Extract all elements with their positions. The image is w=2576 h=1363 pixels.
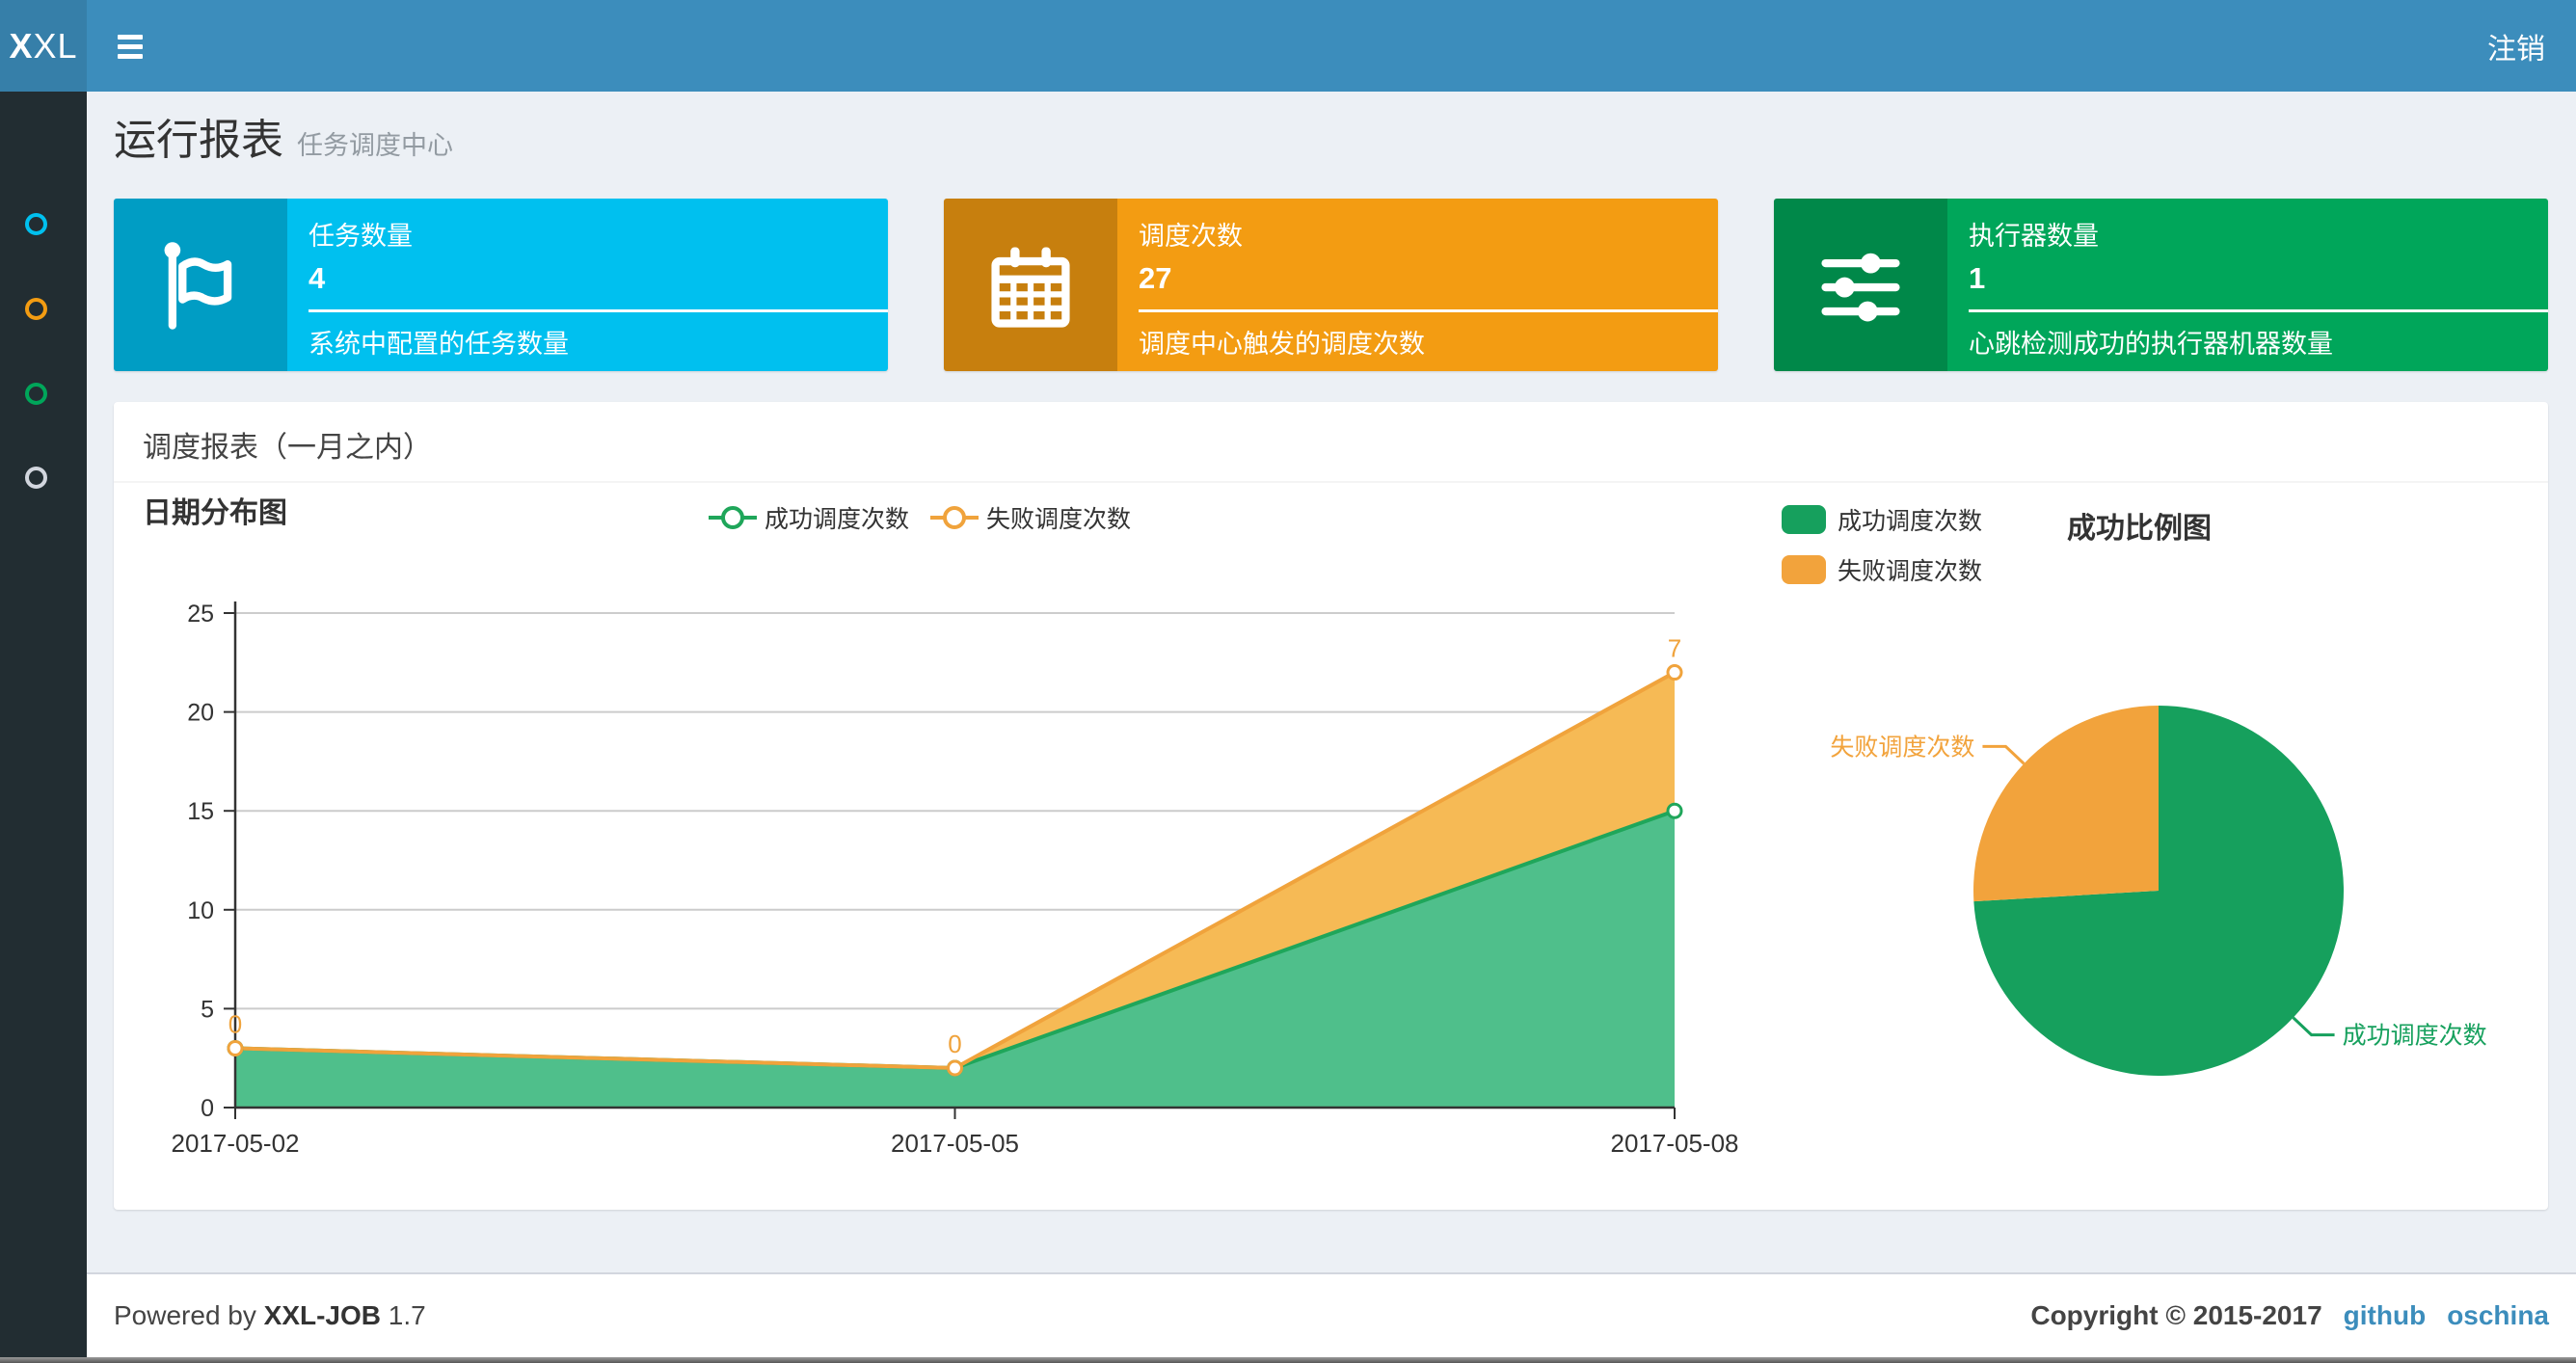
stat-description: 心跳检测成功的执行器机器数量 (1969, 330, 2333, 359)
svg-text:5: 5 (201, 996, 214, 1023)
svg-text:0: 0 (948, 1029, 961, 1058)
stat-title: 调度次数 (1139, 222, 1243, 251)
collapsed-sidebar (0, 92, 87, 1363)
sidebar-item-1 circle-outline-icon[interactable] (25, 213, 47, 235)
app-logo-rest: XL (33, 25, 78, 66)
calendar-icon (944, 199, 1117, 371)
stat-box-executors: 执行器数量 1 心跳检测成功的执行器机器数量 (1774, 199, 2548, 371)
copyright-text: Copyright © 2015-2017 (2030, 1300, 2322, 1330)
page-title: 运行报表 (114, 117, 283, 164)
page-header: 运行报表 任务调度中心 (114, 105, 453, 167)
svg-text:0: 0 (228, 1009, 242, 1038)
page-subtitle: 任务调度中心 (297, 131, 453, 160)
svg-text:15: 15 (187, 798, 214, 825)
stat-title: 执行器数量 (1969, 222, 2099, 251)
page-footer: Powered by XXL-JOB 1.7 Copyright © 2015-… (87, 1272, 2576, 1357)
powered-prefix: Powered by (114, 1300, 256, 1330)
stat-description: 调度中心触发的调度次数 (1139, 330, 1425, 359)
report-panel: 调度报表（一月之内） 日期分布图 成功调度次数 失败调度次数 0 5 10 15… (114, 402, 2548, 1210)
footer-right: Copyright © 2015-2017 github oschina (2030, 1300, 2549, 1331)
date-distribution-chart: 05101520252017-05-02 2017-05-05 2017-05-08… (172, 601, 1739, 1158)
svg-text:2017-05-08: 2017-05-08 (1611, 1129, 1739, 1158)
success-ratio-pie-chart: 失败调度次数成功调度次数 (1830, 706, 2487, 1076)
svg-text:20: 20 (187, 700, 214, 727)
app-name: XXL-JOB (263, 1300, 382, 1330)
svg-text:成功调度次数: 成功调度次数 (2343, 1023, 2487, 1050)
github-link[interactable]: github (2344, 1300, 2427, 1331)
logout-link[interactable]: 注销 (2482, 0, 2551, 92)
stat-value: 4 (309, 261, 326, 295)
stat-divider (309, 309, 888, 312)
panel-title: 调度报表（一月之内） (114, 402, 2548, 483)
sidebar-item-4 circle-outline-icon[interactable] (25, 467, 47, 489)
svg-text:10: 10 (187, 897, 214, 924)
hamburger-icon (118, 34, 143, 40)
oschina-link[interactable]: oschina (2447, 1300, 2549, 1331)
svg-text:0: 0 (201, 1095, 214, 1122)
stat-box-triggers: 调度次数 27 调度中心触发的调度次数 (944, 199, 1718, 371)
stat-divider (1139, 309, 1718, 312)
svg-text:失败调度次数: 失败调度次数 (1830, 734, 1974, 761)
powered-by: Powered by XXL-JOB 1.7 (114, 1300, 426, 1331)
app-logo[interactable]: X XL (0, 0, 87, 92)
flag-icon (114, 199, 287, 371)
xxl-job-dashboard: X XL 注销 运行报表 任务调度中心 任务数量 4 系统中配置的任务数量 调度… (0, 0, 2576, 1363)
svg-text:7: 7 (1668, 634, 1681, 663)
svg-text:2017-05-05: 2017-05-05 (891, 1129, 1019, 1158)
window-bottom-edge (0, 1357, 2576, 1363)
stat-divider (1969, 309, 2548, 312)
stat-box-body: 调度次数 27 调度中心触发的调度次数 (1117, 199, 1718, 371)
stat-boxes: 任务数量 4 系统中配置的任务数量 调度次数 27 调度中心触发的调度次数 执行… (114, 199, 2548, 371)
hamburger-icon (118, 53, 143, 59)
hamburger-icon (118, 43, 143, 49)
stat-title: 任务数量 (309, 222, 413, 251)
app-logo-bold: X (9, 25, 34, 66)
stat-description: 系统中配置的任务数量 (309, 330, 569, 359)
app-version: 1.7 (388, 1300, 426, 1330)
sidebar-toggle-button[interactable] (104, 21, 158, 71)
charts-region: 日期分布图 成功调度次数 失败调度次数 0 5 10 15 20 25 2017… (114, 483, 2548, 1210)
stat-box-jobs: 任务数量 4 系统中配置的任务数量 (114, 199, 888, 371)
stat-box-body: 任务数量 4 系统中配置的任务数量 (287, 199, 888, 371)
top-navbar: X XL 注销 (0, 0, 2576, 92)
sliders-icon (1774, 199, 1947, 371)
svg-text:25: 25 (187, 601, 214, 628)
content-area: 运行报表 任务调度中心 任务数量 4 系统中配置的任务数量 调度次数 27 调度… (87, 92, 2576, 1272)
svg-text:2017-05-02: 2017-05-02 (172, 1129, 300, 1158)
stat-box-body: 执行器数量 1 心跳检测成功的执行器机器数量 (1947, 199, 2548, 371)
sidebar-item-3 circle-outline-icon[interactable] (25, 383, 47, 405)
stat-value: 27 (1139, 261, 1172, 295)
sidebar-item-2 circle-outline-icon[interactable] (25, 298, 47, 320)
stat-value: 1 (1969, 261, 1986, 295)
